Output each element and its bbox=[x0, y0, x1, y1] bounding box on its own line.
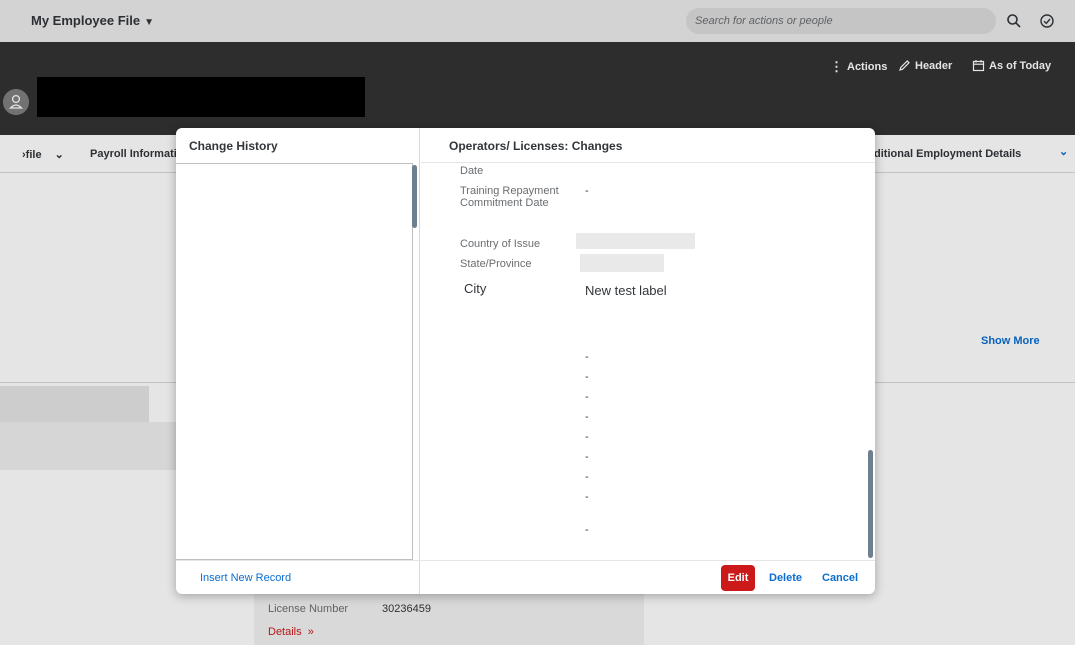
state-province-label: State/Province bbox=[460, 258, 532, 270]
changes-detail-pane: Operators/ Licenses: Changes Date Traini… bbox=[421, 128, 875, 594]
change-history-list[interactable] bbox=[176, 163, 413, 560]
empty-value: - bbox=[585, 524, 589, 536]
right-scrollbar[interactable] bbox=[868, 450, 873, 558]
city-label: City bbox=[464, 281, 487, 296]
blurred-state-value bbox=[580, 254, 664, 272]
empty-value: - bbox=[585, 431, 589, 443]
blurred-country-value bbox=[576, 233, 695, 249]
cancel-button[interactable]: Cancel bbox=[822, 572, 858, 584]
edit-button[interactable]: Edit bbox=[721, 565, 755, 591]
change-history-pane: Change History Insert New Record bbox=[176, 128, 420, 594]
empty-value: - bbox=[585, 491, 589, 503]
left-scrollbar[interactable] bbox=[412, 165, 417, 228]
training-repayment-label: Training Repayment Commitment Date bbox=[460, 185, 559, 209]
empty-value: - bbox=[585, 451, 589, 463]
country-of-issue-label: Country of Issue bbox=[460, 238, 541, 250]
empty-value: - bbox=[585, 371, 589, 383]
date-field-label: Date bbox=[460, 165, 484, 177]
delete-button[interactable]: Delete bbox=[769, 572, 802, 584]
insert-new-record-link[interactable]: Insert New Record bbox=[200, 572, 291, 584]
empty-value: - bbox=[585, 351, 589, 363]
empty-value: - bbox=[585, 411, 589, 423]
title-divider bbox=[421, 162, 875, 163]
changes-title: Operators/ Licenses: Changes bbox=[449, 139, 623, 153]
change-history-title: Change History bbox=[189, 139, 278, 153]
training-repayment-value: - bbox=[585, 185, 589, 197]
empty-value: - bbox=[585, 471, 589, 483]
empty-value: - bbox=[585, 391, 589, 403]
city-value: New test label bbox=[585, 283, 667, 298]
change-history-dialog: Change History Insert New Record Operato… bbox=[176, 128, 875, 594]
footer-divider bbox=[176, 560, 875, 561]
